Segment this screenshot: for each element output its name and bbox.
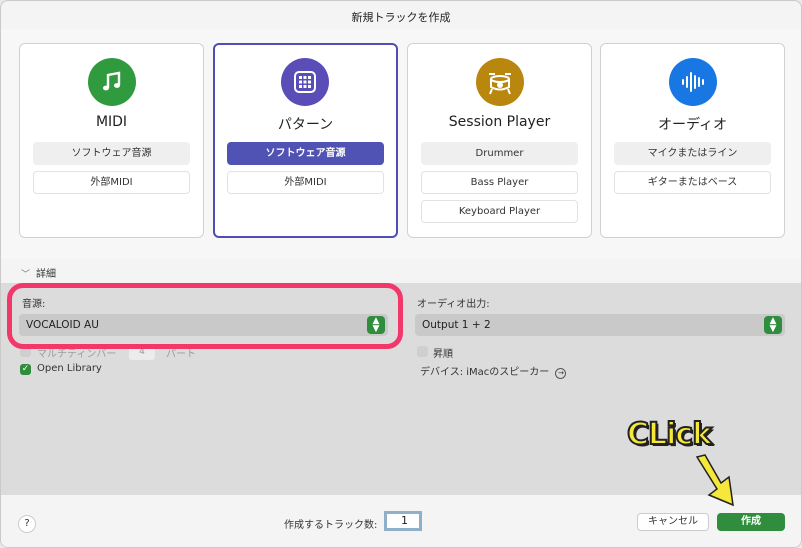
device-label: デバイス: iMacのスピーカー → xyxy=(420,363,567,379)
audio-output-value: Output 1 + 2 xyxy=(422,319,491,331)
audio-output-select[interactable]: Output 1 + 2 ▲ ▼ xyxy=(415,314,785,336)
option-drummer[interactable]: Drummer xyxy=(421,142,578,165)
ascending-checkbox[interactable] xyxy=(417,346,428,357)
open-library-checkbox[interactable]: ✓ xyxy=(20,364,31,375)
card-title-session-player: Session Player xyxy=(448,114,551,130)
track-count-label: 作成するトラック数: xyxy=(284,520,378,531)
option-keyboard-player[interactable]: Keyboard Player xyxy=(421,200,578,223)
option-external-midi[interactable]: 外部MIDI xyxy=(33,171,190,194)
new-track-dialog: 新規トラックを作成 MIDI ソフトウェア音源 外部MIDI パターン ソフトウ… xyxy=(0,0,802,548)
card-audio[interactable]: オーディオ マイクまたはライン ギターまたはベース xyxy=(600,43,785,238)
card-title-pattern: パターン xyxy=(277,117,334,133)
option-mic-or-line[interactable]: マイクまたはライン xyxy=(614,142,771,165)
details-disclosure[interactable]: ﹀ 詳細 xyxy=(21,265,56,280)
track-count-field[interactable]: 1 xyxy=(384,511,422,531)
annotation-arrow-icon xyxy=(695,454,734,507)
open-library-label: Open Library xyxy=(37,363,102,374)
card-title-audio: オーディオ xyxy=(657,117,728,133)
card-session-player[interactable]: Session Player Drummer Bass Player Keybo… xyxy=(407,43,592,238)
annotation-highlight-box xyxy=(7,283,403,349)
device-text: デバイス: iMacのスピーカー xyxy=(420,367,550,378)
grid-icon xyxy=(280,58,329,106)
card-title-midi: MIDI xyxy=(95,114,128,130)
arrow-circle-right-icon[interactable]: → xyxy=(555,368,567,379)
dialog-title: 新規トラックを作成 xyxy=(351,11,451,24)
cancel-button[interactable]: キャンセル xyxy=(637,513,709,531)
ascending-label: 昇順 xyxy=(433,349,453,360)
audio-output-label: オーディオ出力: xyxy=(417,299,490,310)
option-external-midi[interactable]: 外部MIDI xyxy=(227,171,384,194)
create-button[interactable]: 作成 xyxy=(717,513,785,531)
annotation-click-text: CLick xyxy=(626,416,713,453)
option-software-instrument-selected[interactable]: ソフトウェア音源 xyxy=(227,142,384,165)
card-pattern[interactable]: パターン ソフトウェア音源 外部MIDI xyxy=(213,43,398,238)
chevron-down-icon: ﹀ xyxy=(21,270,31,280)
help-button[interactable]: ? xyxy=(18,515,36,533)
option-software-instrument[interactable]: ソフトウェア音源 xyxy=(33,142,190,165)
details-label: 詳細 xyxy=(36,269,57,280)
music-note-icon xyxy=(87,58,136,106)
drum-icon xyxy=(475,58,524,106)
updown-chevron-icon: ▲ ▼ xyxy=(764,316,782,334)
card-midi[interactable]: MIDI ソフトウェア音源 外部MIDI xyxy=(19,43,204,238)
option-guitar-or-bass[interactable]: ギターまたはベース xyxy=(614,171,771,194)
waveform-icon xyxy=(668,58,717,106)
option-bass-player[interactable]: Bass Player xyxy=(421,171,578,194)
